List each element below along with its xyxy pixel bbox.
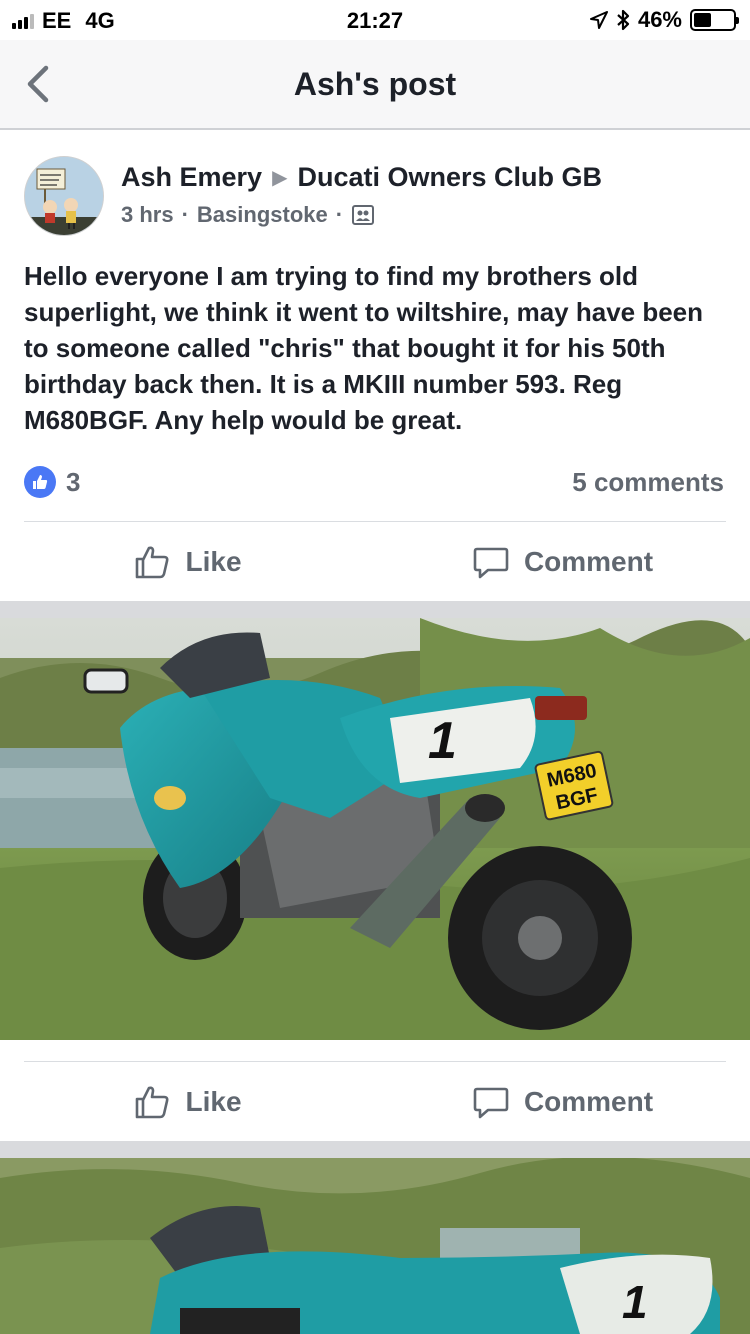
avatar-image (25, 157, 103, 235)
post-photo-1[interactable]: 1 M680 BGF (0, 618, 750, 1040)
photo-like-button[interactable]: Like (0, 1067, 375, 1137)
post-title-line: Ash Emery ▶ Ducati Owners Club GB (121, 162, 602, 193)
like-button[interactable]: Like (0, 527, 375, 597)
comments-count[interactable]: 5 comments (572, 467, 724, 498)
meta-separator: · (335, 202, 344, 227)
comment-label: Comment (523, 546, 654, 577)
post-location[interactable]: Basingstoke (197, 202, 328, 228)
post-header: Ash Emery ▶ Ducati Owners Club GB 3 hrs … (0, 150, 750, 250)
page-title: Ash's post (293, 66, 457, 102)
group-privacy-icon (352, 205, 375, 225)
nav-bar: Ash's post (0, 40, 750, 130)
battery-percent: 46% (637, 7, 682, 32)
post-body: Hello everyone I am trying to find my br… (24, 261, 704, 435)
post-actions: Like Comment (0, 527, 750, 597)
like-label: Like (185, 546, 242, 577)
divider (24, 521, 726, 522)
number-panel-1: 1 (428, 712, 457, 770)
status-bar: EE 4G 21:27 46% (0, 0, 750, 40)
status-right: 46% (589, 7, 739, 33)
photo-comment-button[interactable]: Comment (375, 1067, 750, 1137)
like-count: 3 (66, 466, 81, 497)
author-name[interactable]: Ash Emery (121, 162, 262, 193)
battery-icon (690, 9, 739, 31)
post-meta: 3 hrs · Basingstoke · (121, 202, 375, 228)
like-badge-icon (24, 466, 56, 498)
section-separator (0, 1141, 750, 1158)
comment-button[interactable]: Comment (375, 527, 750, 597)
motorcycle-photo: 1 M680 BGF (0, 618, 750, 1040)
photo-1-actions: Like Comment (0, 1067, 750, 1137)
reaction-summary: 3 5 comments (24, 462, 724, 502)
post-photo-2[interactable]: 1 (0, 1158, 750, 1334)
thumbs-up-icon (136, 546, 169, 579)
number-panel-2: 1 (622, 1276, 648, 1328)
post-time[interactable]: 3 hrs (121, 202, 174, 228)
thumbs-up-icon (136, 1086, 169, 1119)
meta-separator: · (181, 202, 189, 227)
motorcycle-photo: 1 (0, 1158, 750, 1334)
bluetooth-icon (617, 9, 630, 31)
section-separator (0, 601, 750, 618)
comment-label: Comment (523, 1086, 654, 1117)
comment-bubble-icon (473, 1087, 509, 1119)
divider (24, 1061, 726, 1062)
location-arrow-icon (589, 11, 608, 29)
comment-bubble-icon (473, 547, 509, 579)
group-name[interactable]: Ducati Owners Club GB (297, 162, 602, 193)
triangle-right-icon: ▶ (272, 167, 288, 189)
author-avatar[interactable] (24, 156, 104, 236)
like-count-group[interactable]: 3 (24, 466, 80, 498)
like-label: Like (185, 1086, 242, 1117)
